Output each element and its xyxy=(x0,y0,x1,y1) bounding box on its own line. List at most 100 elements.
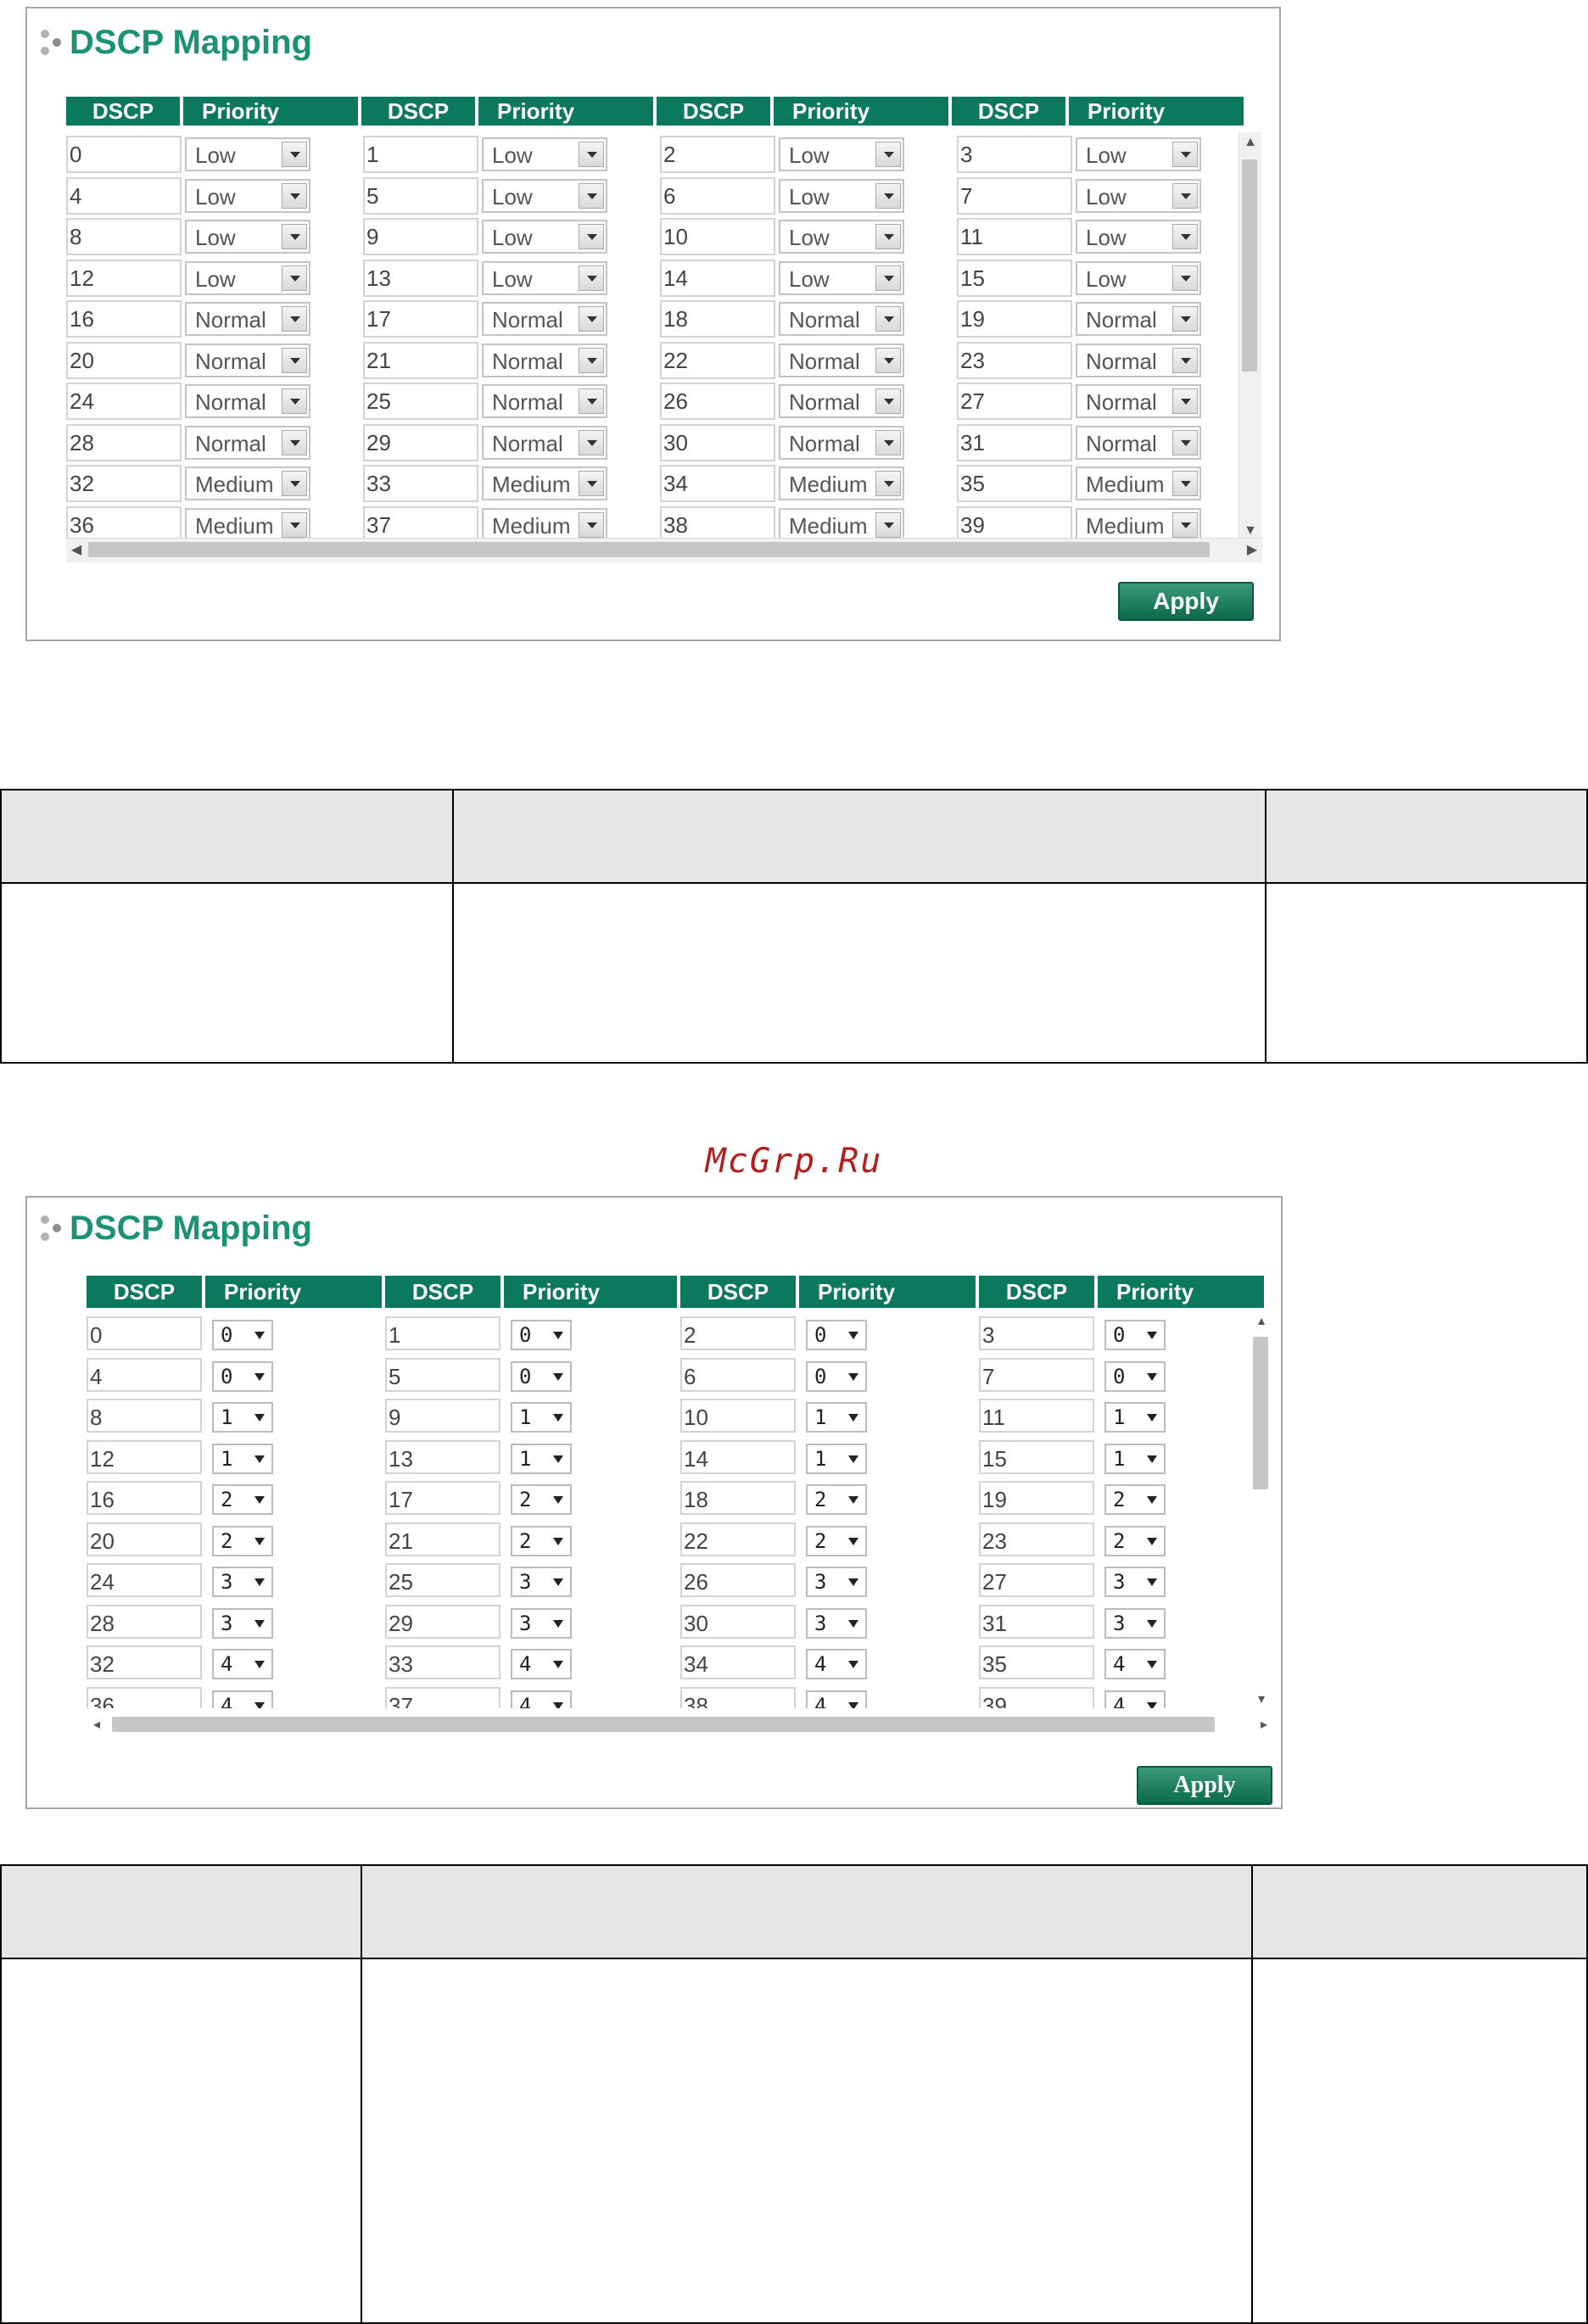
priority-select[interactable]: 1 xyxy=(212,1444,273,1474)
chevron-down-icon[interactable] xyxy=(848,1414,858,1422)
priority-select[interactable]: 1 xyxy=(1104,1444,1166,1474)
chevron-down-icon[interactable] xyxy=(553,1578,563,1586)
priority-select[interactable]: 1 xyxy=(806,1444,867,1474)
priority-select[interactable]: 1 xyxy=(511,1402,572,1433)
chevron-down-icon[interactable] xyxy=(579,388,604,414)
chevron-down-icon[interactable] xyxy=(1172,348,1198,373)
chevron-down-icon[interactable] xyxy=(254,1578,265,1586)
chevron-down-icon[interactable] xyxy=(848,1538,858,1545)
arrow-up-icon[interactable]: ▲ xyxy=(1240,132,1261,153)
vertical-scroll-thumb[interactable] xyxy=(1242,159,1257,372)
priority-select[interactable]: 4 xyxy=(511,1690,572,1708)
chevron-down-icon[interactable] xyxy=(579,224,604,249)
chevron-down-icon[interactable] xyxy=(254,1414,265,1422)
chevron-down-icon[interactable] xyxy=(282,183,307,209)
priority-select[interactable]: Medium xyxy=(1076,466,1201,500)
chevron-down-icon[interactable] xyxy=(875,348,901,373)
priority-select[interactable]: Low xyxy=(185,220,310,254)
chevron-down-icon[interactable] xyxy=(254,1661,265,1668)
priority-select[interactable]: Normal xyxy=(482,344,607,377)
chevron-down-icon[interactable] xyxy=(254,1332,265,1339)
chevron-down-icon[interactable] xyxy=(1147,1620,1157,1628)
priority-select[interactable]: 0 xyxy=(511,1320,572,1350)
priority-select[interactable]: Low xyxy=(779,220,904,254)
chevron-down-icon[interactable] xyxy=(1147,1332,1157,1339)
chevron-down-icon[interactable] xyxy=(875,430,901,455)
chevron-down-icon[interactable] xyxy=(1172,224,1198,249)
priority-select[interactable]: Medium xyxy=(482,508,607,542)
chevron-down-icon[interactable] xyxy=(848,1455,858,1463)
priority-select[interactable]: 2 xyxy=(212,1484,273,1515)
priority-select[interactable]: Low xyxy=(1076,261,1201,295)
priority-select[interactable]: Normal xyxy=(1076,302,1201,336)
priority-select[interactable]: 3 xyxy=(511,1567,572,1597)
chevron-down-icon[interactable] xyxy=(1172,388,1198,414)
priority-select[interactable]: 0 xyxy=(806,1361,867,1392)
priority-select[interactable]: 3 xyxy=(212,1608,273,1639)
arrow-left-icon[interactable]: ◂ xyxy=(87,1715,107,1735)
chevron-down-icon[interactable] xyxy=(875,388,901,414)
apply-button[interactable]: Apply xyxy=(1137,1766,1272,1805)
chevron-down-icon[interactable] xyxy=(1172,512,1198,538)
priority-select[interactable]: 0 xyxy=(212,1361,273,1392)
chevron-down-icon[interactable] xyxy=(1172,183,1198,209)
priority-select[interactable]: Normal xyxy=(1076,426,1201,460)
chevron-down-icon[interactable] xyxy=(579,471,604,496)
chevron-down-icon[interactable] xyxy=(848,1332,858,1339)
vertical-scrollbar[interactable]: ▴ ▾ xyxy=(1250,1311,1272,1710)
chevron-down-icon[interactable] xyxy=(579,306,604,332)
priority-select[interactable]: Medium xyxy=(779,466,904,500)
chevron-down-icon[interactable] xyxy=(1147,1702,1157,1708)
chevron-down-icon[interactable] xyxy=(1172,142,1198,167)
priority-select[interactable]: Low xyxy=(779,137,904,171)
priority-select[interactable]: Low xyxy=(779,179,904,213)
arrow-right-icon[interactable]: ▶ xyxy=(1242,540,1262,561)
arrow-left-icon[interactable]: ◀ xyxy=(66,540,87,561)
chevron-down-icon[interactable] xyxy=(875,471,901,496)
priority-select[interactable]: Low xyxy=(185,261,310,295)
chevron-down-icon[interactable] xyxy=(1147,1661,1157,1668)
chevron-down-icon[interactable] xyxy=(875,224,901,249)
chevron-down-icon[interactable] xyxy=(1172,430,1198,455)
chevron-down-icon[interactable] xyxy=(282,142,307,167)
priority-select[interactable]: Medium xyxy=(185,466,310,500)
chevron-down-icon[interactable] xyxy=(579,348,604,373)
chevron-down-icon[interactable] xyxy=(553,1455,563,1463)
vertical-scroll-thumb[interactable] xyxy=(1253,1337,1268,1489)
priority-select[interactable]: Low xyxy=(482,179,607,213)
vertical-scrollbar[interactable]: ▲ ▼ xyxy=(1239,132,1261,541)
chevron-down-icon[interactable] xyxy=(553,1661,563,1668)
chevron-down-icon[interactable] xyxy=(282,512,307,538)
chevron-down-icon[interactable] xyxy=(848,1578,858,1586)
priority-select[interactable]: 3 xyxy=(1104,1567,1166,1597)
arrow-right-icon[interactable]: ▸ xyxy=(1254,1715,1274,1735)
priority-select[interactable]: Low xyxy=(1076,179,1201,213)
chevron-down-icon[interactable] xyxy=(848,1702,858,1708)
priority-select[interactable]: Medium xyxy=(779,508,904,542)
chevron-down-icon[interactable] xyxy=(553,1332,563,1339)
chevron-down-icon[interactable] xyxy=(282,348,307,373)
priority-select[interactable]: 3 xyxy=(806,1608,867,1639)
priority-select[interactable]: Low xyxy=(185,137,310,171)
chevron-down-icon[interactable] xyxy=(1172,471,1198,496)
chevron-down-icon[interactable] xyxy=(282,224,307,249)
chevron-down-icon[interactable] xyxy=(1147,1455,1157,1463)
priority-select[interactable]: Normal xyxy=(779,344,904,377)
priority-select[interactable]: Normal xyxy=(185,384,310,418)
chevron-down-icon[interactable] xyxy=(553,1373,563,1381)
priority-select[interactable]: Medium xyxy=(482,466,607,500)
priority-select[interactable]: Low xyxy=(482,261,607,295)
priority-select[interactable]: 2 xyxy=(212,1526,273,1556)
chevron-down-icon[interactable] xyxy=(282,265,307,291)
priority-select[interactable]: Medium xyxy=(185,508,310,542)
priority-select[interactable]: Normal xyxy=(482,426,607,460)
chevron-down-icon[interactable] xyxy=(875,142,901,167)
chevron-down-icon[interactable] xyxy=(1172,306,1198,332)
chevron-down-icon[interactable] xyxy=(1147,1538,1157,1545)
priority-select[interactable]: 1 xyxy=(212,1402,273,1433)
chevron-down-icon[interactable] xyxy=(848,1373,858,1381)
priority-select[interactable]: Low xyxy=(482,137,607,171)
priority-select[interactable]: 2 xyxy=(806,1526,867,1556)
chevron-down-icon[interactable] xyxy=(553,1702,563,1708)
chevron-down-icon[interactable] xyxy=(553,1538,563,1545)
